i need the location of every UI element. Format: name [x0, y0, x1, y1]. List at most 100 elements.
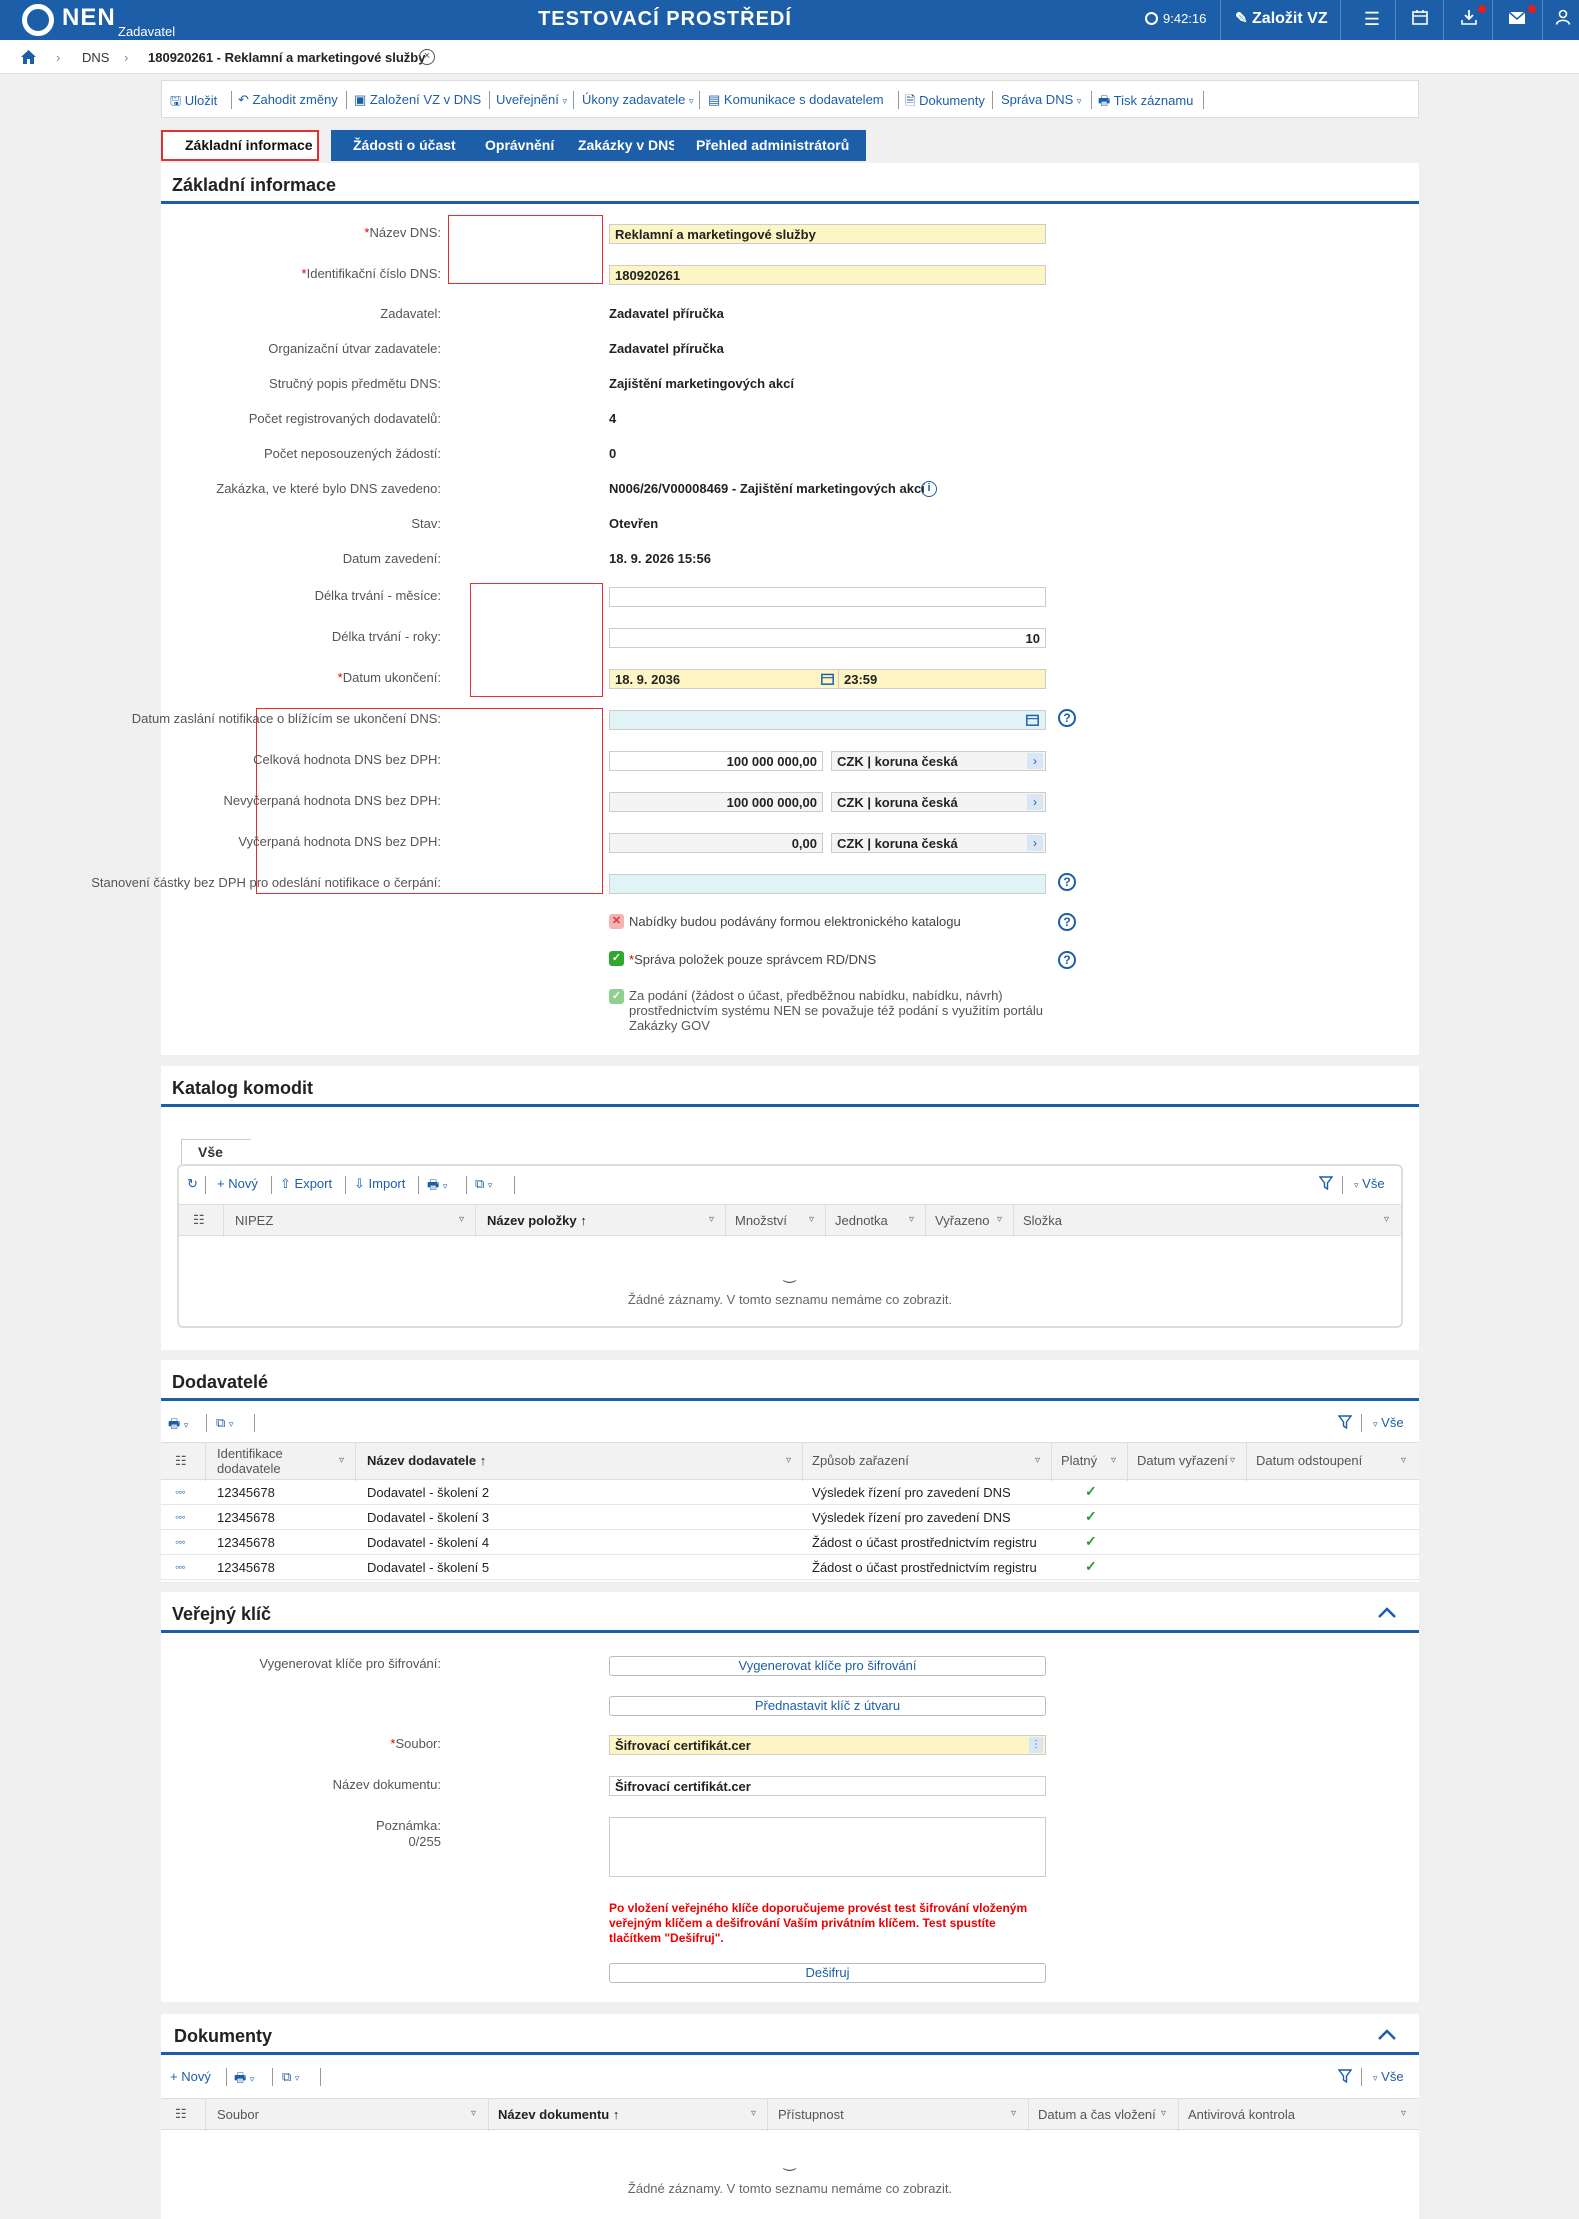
tab-participation-requests[interactable]: Žádosti o účast	[331, 130, 471, 161]
filter-icon[interactable]: ▿	[459, 1214, 464, 1225]
filter-icon[interactable]: ▿	[1161, 2108, 1166, 2119]
print-menu[interactable]: 🖶 ▿	[427, 1176, 447, 1198]
calendar-icon[interactable]	[821, 672, 834, 688]
filter-icon[interactable]	[1318, 1176, 1334, 1193]
col-supplier-name[interactable]: Název dodavatele ↑	[367, 1453, 486, 1468]
table-row[interactable]: ◦◦◦ 12345678 Dodavatel - školení 2 Výsle…	[161, 1480, 1419, 1505]
col-withdrawal-date[interactable]: Datum odstoupení	[1256, 1453, 1362, 1468]
filter-all-button[interactable]: ▿ Vše	[1373, 1415, 1404, 1430]
create-vz-in-dns-button[interactable]: ▣ Založení VZ v DNS	[354, 92, 481, 108]
col-document-name[interactable]: Název dokumentu ↑	[498, 2107, 619, 2122]
share-menu[interactable]: ⧉ ▿	[216, 1415, 233, 1431]
supplier-communication-button[interactable]: ▤ Komunikace s dodavatelem	[708, 92, 884, 108]
tab-basic-info[interactable]: Základní informace	[161, 130, 319, 161]
col-file[interactable]: Soubor	[217, 2107, 259, 2122]
note-textarea[interactable]	[609, 1817, 1046, 1877]
col-inserted-at[interactable]: Datum a čas vložení	[1038, 2107, 1156, 2122]
file-input[interactable]: Šifrovací certifikát.cer	[609, 1735, 1046, 1755]
filter-icon[interactable]: ▿	[1384, 1214, 1389, 1225]
chevron-right-icon[interactable]: ›	[1027, 835, 1043, 851]
chevron-up-icon[interactable]	[1377, 1604, 1396, 1622]
refresh-icon[interactable]: ↻	[187, 1176, 198, 1192]
filter-icon[interactable]: ▿	[471, 2108, 476, 2119]
col-inclusion-method[interactable]: Způsob zařazení	[812, 1453, 909, 1468]
currency-select[interactable]: CZK | koruna česká	[831, 792, 1046, 812]
col-unit[interactable]: Jednotka	[835, 1213, 888, 1228]
download-icon[interactable]	[1459, 9, 1479, 29]
duration-years-input[interactable]: 10	[609, 628, 1046, 648]
filter-icon[interactable]: ▿	[997, 1214, 1002, 1225]
row-actions-icon[interactable]: ◦◦◦	[175, 1510, 186, 1524]
share-menu[interactable]: ⧉ ▿	[475, 1176, 492, 1192]
breadcrumb-dns[interactable]: DNS	[82, 50, 109, 65]
currency-select[interactable]: CZK | koruna česká	[831, 751, 1046, 771]
filter-icon[interactable]: ▿	[909, 1214, 914, 1225]
col-removed[interactable]: Vyřazeno	[935, 1213, 989, 1228]
close-icon[interactable]: ×	[419, 49, 435, 65]
filter-icon[interactable]: ▿	[809, 1214, 814, 1225]
table-row[interactable]: ◦◦◦ 12345678 Dodavatel - školení 5 Žádos…	[161, 1555, 1419, 1580]
discard-button[interactable]: ↶ Zahodit změny	[238, 92, 338, 108]
calendar-icon[interactable]	[1026, 713, 1039, 729]
row-actions-icon[interactable]: ◦◦◦	[175, 1485, 186, 1499]
currency-select[interactable]: CZK | koruna česká	[831, 833, 1046, 853]
buyer-acts-menu[interactable]: Úkony zadavatele ▿	[582, 92, 694, 107]
tab-contracts-in-dns[interactable]: Zakázky v DNS	[556, 130, 683, 161]
chevron-right-icon[interactable]: ›	[1027, 794, 1043, 810]
duration-months-input[interactable]	[609, 587, 1046, 607]
dns-name-input[interactable]: Reklamní a marketingové služby	[609, 224, 1046, 244]
manage-dns-menu[interactable]: Správa DNS ▿	[1001, 92, 1081, 107]
home-icon[interactable]	[20, 49, 37, 68]
column-settings-icon[interactable]: ☷	[175, 2106, 187, 2122]
info-icon[interactable]: i	[921, 481, 937, 497]
tender-value[interactable]: N006/26/V00008469 - Zajištění marketingo…	[609, 481, 925, 496]
share-menu[interactable]: ⧉ ▿	[282, 2069, 299, 2085]
print-menu[interactable]: 🖶 ▿	[168, 1415, 188, 1437]
filter-icon[interactable]: ▿	[1401, 2108, 1406, 2119]
print-record-button[interactable]: 🖶 Tisk záznamu	[1098, 92, 1193, 114]
filter-icon[interactable]: ▿	[1230, 1455, 1235, 1466]
filter-all-button[interactable]: ▿ Vše	[1373, 2069, 1404, 2084]
help-icon[interactable]: ?	[1058, 709, 1076, 727]
help-icon[interactable]: ?	[1058, 951, 1076, 969]
col-valid[interactable]: Platný	[1061, 1453, 1097, 1468]
col-removal-date[interactable]: Datum vyřazení	[1137, 1453, 1228, 1468]
documents-button[interactable]: 🗎 Dokumenty	[905, 92, 985, 114]
decrypt-button[interactable]: Dešifruj	[609, 1963, 1046, 1983]
table-row[interactable]: ◦◦◦ 12345678 Dodavatel - školení 4 Žádos…	[161, 1530, 1419, 1555]
total-value-input[interactable]: 100 000 000,00	[609, 751, 823, 771]
help-icon[interactable]: ?	[1058, 873, 1076, 891]
tab-administrators[interactable]: Přehled administrátorů	[674, 130, 866, 161]
filter-icon[interactable]: ▿	[339, 1455, 344, 1466]
menu-icon[interactable]: ☰	[1362, 9, 1382, 29]
column-settings-icon[interactable]: ☷	[193, 1212, 205, 1228]
notify-amount-input[interactable]	[609, 874, 1046, 894]
unchecked-checkbox[interactable]: ✕	[609, 914, 624, 929]
export-button[interactable]: ⇧ Export	[280, 1176, 332, 1192]
col-antivirus[interactable]: Antivirová kontrola	[1188, 2107, 1295, 2122]
filter-icon[interactable]: ▿	[1011, 2108, 1016, 2119]
filter-icon[interactable]: ▿	[1035, 1455, 1040, 1466]
filter-all-button[interactable]: ▿ Vše	[1354, 1176, 1385, 1191]
col-item-name[interactable]: Název položky ↑	[487, 1213, 587, 1228]
new-item-button[interactable]: + Nový	[217, 1176, 258, 1191]
create-vz-button[interactable]: ✎ Založit VZ	[1235, 9, 1328, 28]
publish-menu[interactable]: Uveřejnění ▿	[496, 92, 567, 107]
document-name-input[interactable]: Šifrovací certifikát.cer	[609, 1776, 1046, 1796]
filter-icon[interactable]: ▿	[709, 1214, 714, 1225]
row-actions-icon[interactable]: ◦◦◦	[175, 1535, 186, 1549]
checked-checkbox[interactable]: ✓	[609, 951, 624, 966]
generate-keys-button[interactable]: Vygenerovat klíče pro šifrování	[609, 1656, 1046, 1676]
notify-date-input[interactable]	[609, 710, 1046, 730]
help-icon[interactable]: ?	[1058, 913, 1076, 931]
filter-icon[interactable]: ▿	[1111, 1455, 1116, 1466]
calendar-icon[interactable]	[1410, 9, 1430, 29]
new-document-button[interactable]: + Nový	[170, 2069, 211, 2084]
chevron-right-icon[interactable]: ›	[1027, 753, 1043, 769]
col-quantity[interactable]: Množství	[735, 1213, 787, 1228]
file-picker-icon[interactable]: ⋮	[1029, 1737, 1043, 1753]
print-menu[interactable]: 🖶 ▿	[234, 2069, 254, 2091]
mail-icon[interactable]	[1507, 9, 1527, 29]
filter-icon[interactable]: ▿	[1401, 1455, 1406, 1466]
end-time-input[interactable]: 23:59	[838, 669, 1046, 689]
